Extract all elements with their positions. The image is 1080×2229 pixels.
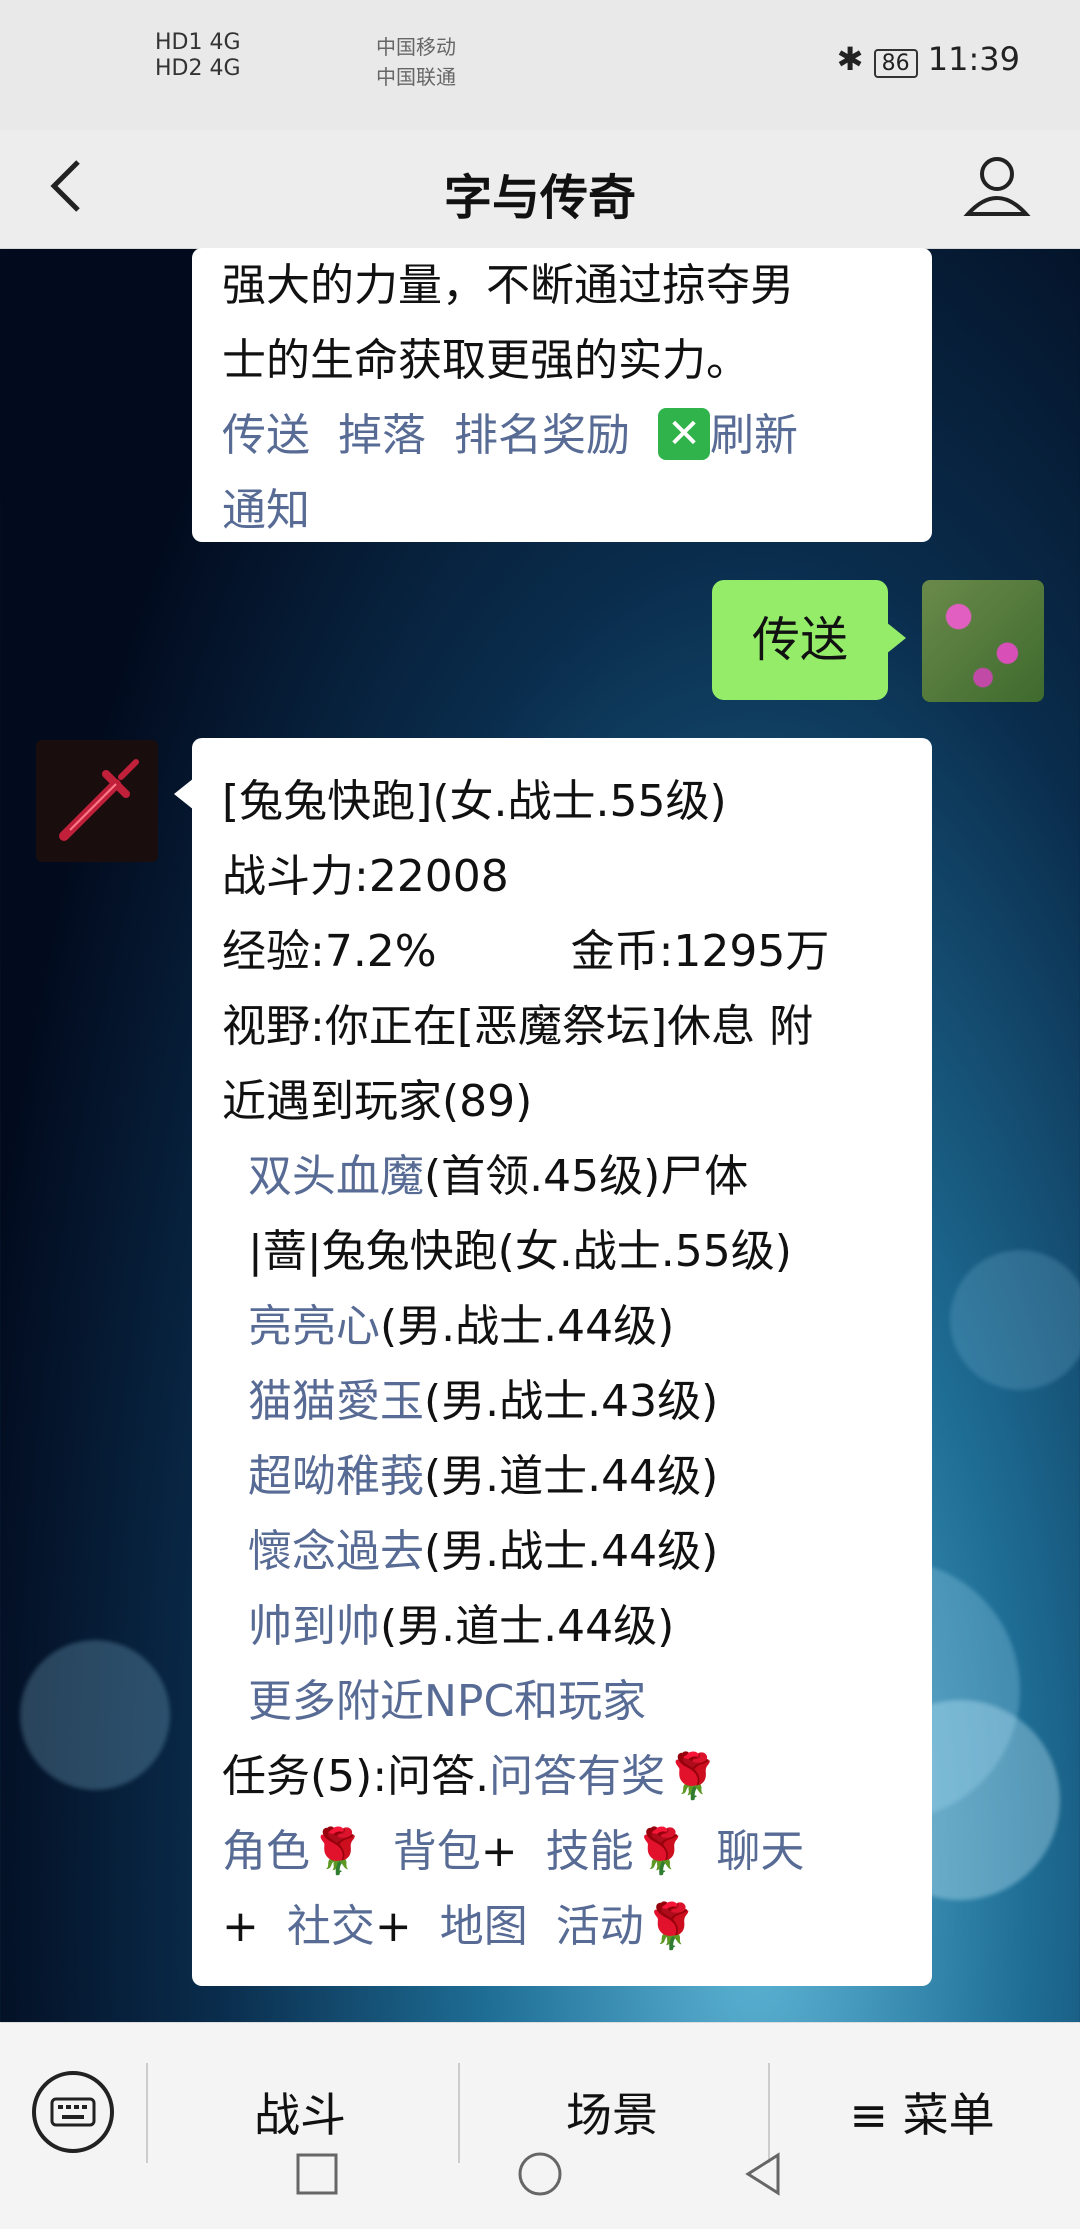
nearby-item: 双头血魔(首领.45级)尸体 bbox=[248, 1139, 902, 1214]
task-prefix: 任务(5):问答. bbox=[222, 1751, 490, 1802]
rose-icon: 🌹 bbox=[643, 1901, 699, 1952]
link-teleport[interactable]: 传送 bbox=[222, 410, 310, 461]
bg-bokeh bbox=[20, 1640, 170, 1790]
experience: 经验:7.2% bbox=[222, 926, 437, 977]
nearby-link[interactable]: 猫猫愛玉 bbox=[248, 1376, 424, 1427]
signal-indicators: HD1 4G HD2 4G bbox=[155, 30, 241, 82]
rose-icon: 🌹 bbox=[665, 1751, 720, 1802]
my-avatar[interactable] bbox=[922, 580, 1044, 702]
home-icon[interactable] bbox=[515, 2149, 565, 2199]
chat-title: 字与传奇 bbox=[443, 170, 636, 226]
game-menu-row: 角色🌹 背包+ 技能🌹 聊天 bbox=[222, 1814, 902, 1889]
task-link[interactable]: 问答有奖 bbox=[489, 1751, 665, 1802]
sword-avatar-icon[interactable] bbox=[36, 740, 158, 862]
nearby-link[interactable]: 帅到帅 bbox=[248, 1601, 380, 1652]
menu-battle-button[interactable]: 战斗 bbox=[150, 2079, 450, 2145]
nearby-item: 懷念過去(男.战士.44级) bbox=[248, 1514, 902, 1589]
nearby-info: |蔷|兔兔快跑(女.战士.55级) bbox=[248, 1226, 792, 1277]
game-menu-row: + 社交+ 地图 活动🌹 bbox=[222, 1889, 902, 1964]
message-bubble-status: [兔兔快跑](女.战士.55级) 战斗力:22008 经验:7.2% 金币:12… bbox=[174, 738, 932, 1986]
nearby-info: (男.战士.44级) bbox=[424, 1526, 719, 1577]
menu-chat[interactable]: 聊天 bbox=[716, 1826, 804, 1877]
status-bar: HD1 4G HD2 4G 中国移动 中国联通 ✱ 86 11:39 bbox=[0, 0, 1080, 130]
menu-social[interactable]: 社交 bbox=[287, 1901, 375, 1952]
status-right: ✱ 86 11:39 bbox=[837, 40, 1020, 78]
plus-icon: + bbox=[480, 1826, 518, 1877]
recent-apps-icon[interactable] bbox=[292, 2149, 342, 2199]
carrier1: 中国移动 bbox=[376, 35, 456, 59]
menu-bag[interactable]: 背包 bbox=[393, 1826, 481, 1877]
menu-divider bbox=[146, 2063, 148, 2163]
menu-main-button[interactable]: ≡ 菜单 bbox=[772, 2079, 1072, 2145]
task-line: 任务(5):问答.问答有奖🌹 bbox=[222, 1739, 902, 1814]
nearby-item: 猫猫愛玉(男.战士.43级) bbox=[248, 1364, 902, 1439]
view-line: 近遇到玩家(89) bbox=[222, 1076, 533, 1127]
clock: 11:39 bbox=[927, 40, 1020, 78]
carrier2: 中国联通 bbox=[376, 65, 456, 89]
nearby-item: 帅到帅(男.道士.44级) bbox=[248, 1589, 902, 1664]
nearby-info: (男.道士.44级) bbox=[424, 1451, 719, 1502]
gold: 金币:1295万 bbox=[570, 926, 830, 977]
nearby-info: (首领.45级)尸体 bbox=[424, 1151, 749, 1202]
message-text: 强大的力量，不断通过掠夺男 bbox=[222, 260, 794, 311]
close-check-icon[interactable]: ✕ bbox=[657, 408, 710, 460]
menu-map[interactable]: 地图 bbox=[440, 1901, 528, 1952]
nearby-info: (男.战士.44级) bbox=[380, 1301, 675, 1352]
character-name: [兔兔快跑](女.战士.55级) bbox=[222, 776, 727, 827]
link-refresh[interactable]: 刷新 bbox=[710, 410, 798, 461]
plus-icon: + bbox=[222, 1901, 259, 1952]
bottom-menu-bar: 战斗 场景 ≡ 菜单 bbox=[0, 2022, 1080, 2229]
view-line: 视野:你正在[恶魔祭坛]休息 附 bbox=[222, 1001, 814, 1052]
nearby-link[interactable]: 懷念過去 bbox=[248, 1526, 424, 1577]
plus-icon: + bbox=[374, 1901, 412, 1952]
my-message-bubble[interactable]: 传送 bbox=[712, 580, 906, 700]
message-text: 士的生命获取更强的实力。 bbox=[222, 335, 750, 386]
nearby-link[interactable]: 双头血魔 bbox=[248, 1151, 424, 1202]
rose-icon: 🌹 bbox=[310, 1826, 365, 1877]
menu-divider bbox=[458, 2063, 460, 2163]
bluetooth-icon: ✱ bbox=[836, 40, 864, 78]
menu-skill[interactable]: 技能 bbox=[546, 1826, 634, 1877]
title-bar: 字与传奇 bbox=[0, 130, 1080, 249]
keyboard-icon[interactable] bbox=[32, 2071, 114, 2153]
rose-icon: 🌹 bbox=[633, 1826, 689, 1877]
message-bubble-top: 强大的力量，不断通过掠夺男 士的生命获取更强的实力。 传送 掉落 排名奖励 ✕ 刷… bbox=[192, 248, 932, 542]
link-notify[interactable]: 通知 bbox=[222, 473, 902, 548]
nearby-item: 亮亮心(男.战士.44级) bbox=[248, 1289, 902, 1364]
nearby-info: (男.战士.43级) bbox=[424, 1376, 719, 1427]
combat-power: 战斗力:22008 bbox=[222, 851, 509, 902]
message-links: 传送 掉落 排名奖励 ✕ 刷新 bbox=[222, 398, 902, 473]
nearby-link[interactable]: 超呦稚莪 bbox=[248, 1451, 424, 1502]
nearby-item: |蔷|兔兔快跑(女.战士.55级) bbox=[248, 1214, 902, 1289]
nearby-item: 超呦稚莪(男.道士.44级) bbox=[248, 1439, 902, 1514]
menu-activity[interactable]: 活动 bbox=[556, 1901, 644, 1952]
exp-gold-row: 经验:7.2% 金币:1295万 bbox=[222, 914, 902, 989]
link-drop[interactable]: 掉落 bbox=[338, 410, 426, 461]
user-profile-icon[interactable] bbox=[962, 150, 1032, 220]
link-ranking-reward[interactable]: 排名奖励 bbox=[454, 410, 630, 461]
nearby-info: (男.道士.44级) bbox=[380, 1601, 675, 1652]
menu-role[interactable]: 角色 bbox=[222, 1826, 310, 1877]
battery-icon: 86 bbox=[873, 49, 918, 78]
menu-scene-button[interactable]: 场景 bbox=[462, 2079, 762, 2145]
bg-bokeh bbox=[950, 1250, 1080, 1390]
sim1-signal: HD1 4G bbox=[155, 30, 241, 55]
sim2-signal: HD2 4G bbox=[155, 56, 241, 81]
nearby-list: 双头血魔(首领.45级)尸体 |蔷|兔兔快跑(女.战士.55级) 亮亮心(男.战… bbox=[222, 1139, 902, 1739]
carriers: 中国移动 中国联通 bbox=[376, 32, 456, 92]
back-nav-icon[interactable] bbox=[738, 2149, 788, 2199]
nearby-link[interactable]: 亮亮心 bbox=[248, 1301, 380, 1352]
menu-divider bbox=[768, 2063, 770, 2163]
more-nearby-link[interactable]: 更多附近NPC和玩家 bbox=[248, 1664, 902, 1739]
